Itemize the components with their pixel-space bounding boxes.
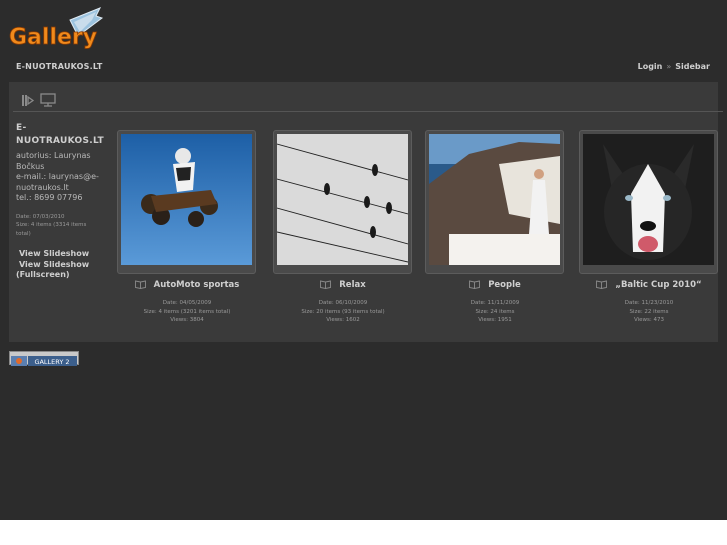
desc-line: nuotraukos.lt xyxy=(16,182,69,192)
album-card: Relax Date: 06/10/2009 Size: 20 items (9… xyxy=(273,130,413,325)
album-title-row: „Baltic Cup 2010“ xyxy=(579,280,719,294)
album-info-sidebar: E- NUOTRAUKOS.LT autorius: Laurynas Bočk… xyxy=(16,122,112,281)
album-size: Size: 4 items (3314 items xyxy=(16,222,87,228)
album-title-link[interactable]: People xyxy=(488,280,521,290)
album-title-row: People xyxy=(425,280,565,294)
album-title-link[interactable]: Relax xyxy=(339,280,365,290)
album-views: Views: 1951 xyxy=(478,317,512,323)
album-views: Views: 473 xyxy=(633,317,665,323)
gallery2-badge[interactable]: GALLERY 2 xyxy=(9,351,79,366)
desc-line: Bočkus xyxy=(16,161,45,171)
album-thumbnail-baltic-cup[interactable] xyxy=(583,134,714,265)
logo-text: Gallery xyxy=(9,25,97,50)
login-link[interactable]: Login xyxy=(638,62,663,71)
presentation-icon[interactable] xyxy=(40,92,56,111)
link-separator: » xyxy=(666,62,672,71)
album-thumbnail-people[interactable] xyxy=(429,134,560,265)
album-views: Views: 3804 xyxy=(170,317,204,323)
album-card: AutoMoto sportas Date: 04/05/2009 Size: … xyxy=(117,130,257,325)
album-thumbnail-automoto[interactable] xyxy=(121,134,252,265)
album-thumbnail-frame[interactable] xyxy=(579,130,718,274)
album-meta: Date: 04/05/2009 Size: 4 items (3201 ite… xyxy=(117,299,257,325)
album-size-cont: total) xyxy=(16,230,31,237)
slideshow-icon[interactable] xyxy=(21,92,35,111)
album-description: autorius: Laurynas Bočkus e-mail.: laury… xyxy=(16,151,112,204)
album-meta: Date: 11/23/2010 Size: 22 items Views: 4… xyxy=(579,299,719,325)
badge-text: GALLERY 2 xyxy=(34,358,69,366)
view-slideshow-fullscreen-link[interactable]: View Slideshow xyxy=(16,260,112,271)
album-title-row: Relax xyxy=(273,280,413,294)
album-thumbnail-frame[interactable] xyxy=(273,130,412,274)
fullscreen-label[interactable]: (Fullscreen) xyxy=(16,270,112,281)
album-size: Size: 4 items (3201 items total) xyxy=(143,308,231,315)
album-book-icon xyxy=(134,280,146,289)
album-views: Views: 1602 xyxy=(326,317,360,323)
album-size: Size: 20 items (93 items total) xyxy=(301,308,385,315)
album-meta: Date: 11/11/2009 Size: 24 items Views: 1… xyxy=(425,299,565,325)
album-meta: Date: 06/10/2009 Size: 20 items (93 item… xyxy=(273,299,413,325)
album-card: People Date: 11/11/2009 Size: 24 items V… xyxy=(425,130,565,325)
album-thumbnail-frame[interactable] xyxy=(425,130,564,274)
album-book-icon xyxy=(469,280,481,289)
toolbar-divider xyxy=(13,111,723,112)
album-date: Date: 11/11/2009 xyxy=(470,300,520,306)
site-title[interactable]: E-NUOTRAUKOS.LT xyxy=(16,62,103,71)
sidebar-link[interactable]: Sidebar xyxy=(675,62,710,71)
album-thumbnail-relax[interactable] xyxy=(277,134,408,265)
album-date: Date: 07/03/2010 xyxy=(16,213,65,220)
desc-line: tel.: 8699 07796 xyxy=(16,193,83,202)
album-thumbnail-frame[interactable] xyxy=(117,130,256,274)
album-size: Size: 22 items xyxy=(629,308,669,315)
album-title-line1: E- xyxy=(16,123,27,133)
top-links: Login» Sidebar xyxy=(638,62,710,71)
album-meta: Date: 07/03/2010 Size: 4 items (3314 ite… xyxy=(16,213,112,239)
album-date: Date: 11/23/2010 xyxy=(624,300,674,306)
album-title-link[interactable]: AutoMoto sportas xyxy=(154,280,240,290)
album-book-icon xyxy=(596,280,608,289)
album-date: Date: 04/05/2009 xyxy=(162,300,212,306)
album-card: „Baltic Cup 2010“ Date: 11/23/2010 Size:… xyxy=(579,130,719,325)
album-title-row: AutoMoto sportas xyxy=(117,280,257,294)
album-size: Size: 24 items xyxy=(475,308,515,315)
desc-line: autorius: Laurynas xyxy=(16,151,91,160)
album-book-icon xyxy=(320,280,332,289)
sidebar-actions: View Slideshow View Slideshow (Fullscree… xyxy=(16,249,112,281)
album-title-link[interactable]: „Baltic Cup 2010“ xyxy=(615,280,701,290)
gallery-logo[interactable]: Gallery xyxy=(8,6,104,52)
album-date: Date: 06/10/2009 xyxy=(318,300,368,306)
view-slideshow-link[interactable]: View Slideshow xyxy=(16,249,112,260)
album-title-line2: NUOTRAUKOS.LT xyxy=(16,136,104,146)
desc-line: e-mail.: laurynas@e- xyxy=(16,172,99,181)
